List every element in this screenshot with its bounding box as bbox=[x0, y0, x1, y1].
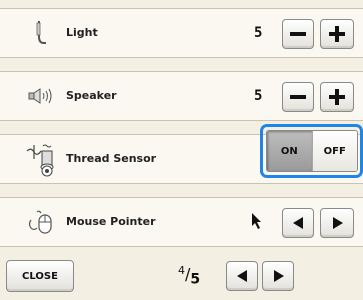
page-indicator: 4/5 bbox=[178, 264, 201, 288]
thread-sensor-row: Thread Sensor ON OFF bbox=[0, 124, 363, 184]
plus-icon bbox=[329, 89, 345, 105]
page-total: 5 bbox=[190, 271, 201, 288]
speaker-label: Speaker bbox=[66, 89, 117, 102]
light-row: Light 5 bbox=[0, 8, 363, 58]
right-arrow-icon bbox=[333, 217, 343, 229]
thread-sensor-icon bbox=[26, 144, 54, 177]
light-label: Light bbox=[66, 26, 98, 39]
mouse-pointer-row: Mouse Pointer bbox=[0, 197, 363, 247]
thread-sensor-label: Thread Sensor bbox=[66, 152, 157, 165]
speaker-minus-button[interactable] bbox=[282, 82, 314, 112]
close-button[interactable]: CLOSE bbox=[6, 260, 74, 292]
thread-sensor-off-option[interactable]: OFF bbox=[311, 131, 357, 171]
minus-icon bbox=[290, 95, 306, 99]
left-arrow-icon bbox=[293, 217, 303, 229]
mouse-pointer-left-button[interactable] bbox=[282, 208, 314, 238]
light-plus-button[interactable] bbox=[320, 19, 354, 49]
previous-page-button[interactable] bbox=[226, 261, 258, 291]
arrow-cursor-icon bbox=[252, 213, 261, 229]
right-arrow-icon bbox=[274, 270, 284, 282]
plus-icon bbox=[329, 26, 345, 42]
speaker-row: Speaker 5 bbox=[0, 71, 363, 121]
light-icon bbox=[36, 21, 46, 44]
light-value: 5 bbox=[254, 25, 263, 41]
speaker-plus-button[interactable] bbox=[320, 82, 354, 112]
speaker-icon bbox=[28, 88, 52, 104]
light-minus-button[interactable] bbox=[282, 19, 314, 49]
mouse-pointer-label: Mouse Pointer bbox=[66, 215, 156, 228]
speaker-value: 5 bbox=[254, 88, 263, 104]
mouse-pointer-icon bbox=[28, 210, 52, 234]
close-label: CLOSE bbox=[22, 270, 58, 282]
next-page-button[interactable] bbox=[262, 261, 294, 291]
mouse-pointer-right-button[interactable] bbox=[320, 208, 354, 238]
page-current: 4 bbox=[178, 264, 185, 277]
thread-sensor-on-option[interactable]: ON bbox=[267, 131, 312, 171]
left-arrow-icon bbox=[237, 270, 247, 282]
thread-sensor-toggle[interactable]: ON OFF bbox=[266, 130, 358, 172]
minus-icon bbox=[290, 32, 306, 36]
